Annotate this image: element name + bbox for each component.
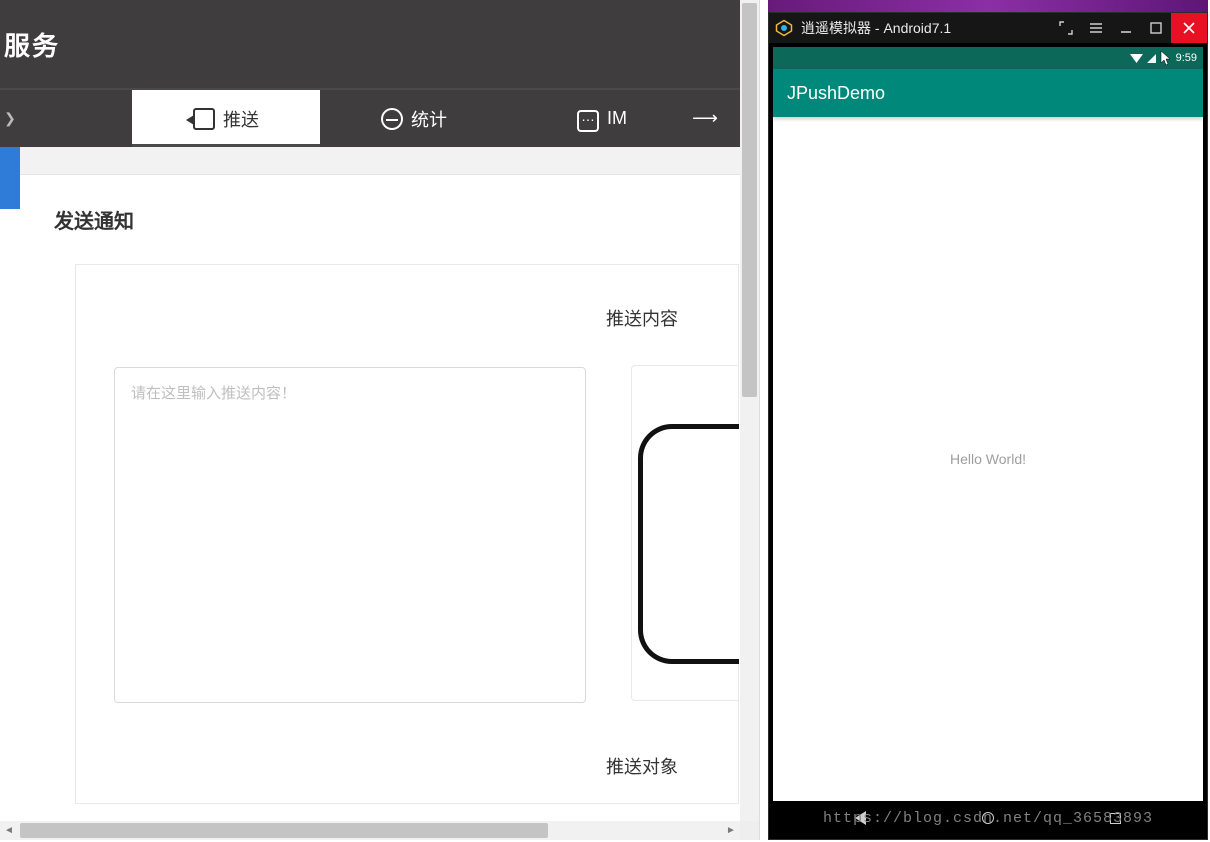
wifi-icon bbox=[1130, 53, 1143, 64]
tab-im-label: IM bbox=[607, 108, 627, 129]
sidebar-active-indicator bbox=[0, 147, 20, 209]
maximize-button[interactable] bbox=[1141, 13, 1171, 43]
status-time: 9:59 bbox=[1176, 52, 1197, 64]
android-app-content: Hello World! bbox=[773, 117, 1203, 801]
hscroll-track[interactable] bbox=[18, 821, 722, 840]
menu-button[interactable] bbox=[1081, 13, 1111, 43]
hello-world-text: Hello World! bbox=[950, 451, 1026, 467]
close-button[interactable] bbox=[1171, 13, 1207, 43]
nav-back-icon[interactable] bbox=[855, 811, 866, 825]
emulator-logo-icon bbox=[775, 19, 793, 37]
hscroll-thumb[interactable] bbox=[20, 823, 548, 838]
vertical-scrollbar[interactable] bbox=[740, 0, 759, 822]
phone-preview bbox=[631, 365, 739, 701]
im-icon bbox=[577, 110, 599, 132]
vertical-scroll-thumb[interactable] bbox=[742, 3, 757, 397]
push-icon bbox=[193, 108, 215, 130]
android-status-bar: 9:59 bbox=[773, 47, 1203, 69]
dashboard-nav: ❯ 推送 统计 IM ⟶ bbox=[0, 90, 759, 147]
emulator-titlebar[interactable]: 逍遥模拟器 - Android7.1 bbox=[769, 13, 1207, 43]
hscroll-right-button[interactable]: ► bbox=[722, 825, 740, 836]
tab-stats[interactable]: 统计 bbox=[320, 90, 508, 147]
tab-push-label: 推送 bbox=[223, 106, 259, 132]
sub-strip bbox=[0, 147, 759, 175]
tab-push[interactable]: 推送 bbox=[132, 90, 320, 147]
nav-scroll-left[interactable]: ❯ bbox=[0, 90, 20, 147]
desktop-wallpaper-strip bbox=[768, 0, 1208, 12]
push-content-input[interactable] bbox=[114, 367, 586, 703]
scroll-corner bbox=[740, 821, 759, 840]
emulator-window-title: 逍遥模拟器 - Android7.1 bbox=[801, 18, 951, 38]
nav-home-icon[interactable] bbox=[982, 812, 994, 824]
header-title: 服务 bbox=[4, 26, 60, 63]
signal-icon bbox=[1147, 54, 1156, 63]
minimize-button[interactable] bbox=[1111, 13, 1141, 43]
dashboard-header: 服务 bbox=[0, 0, 759, 90]
android-nav-bar: https://blog.csdn.net/qq_36583893 bbox=[773, 801, 1203, 835]
app-title: JPushDemo bbox=[787, 83, 885, 104]
android-app-bar: JPushDemo bbox=[773, 69, 1203, 117]
stats-icon bbox=[381, 108, 403, 130]
nav-recent-icon[interactable] bbox=[1110, 813, 1121, 824]
tab-more[interactable]: ⟶ bbox=[696, 90, 714, 147]
tab-im[interactable]: IM bbox=[508, 90, 696, 147]
fullscreen-button[interactable] bbox=[1051, 13, 1081, 43]
emulator-screen: 9:59 JPushDemo Hello World! https://blog… bbox=[773, 47, 1203, 835]
tab-stats-label: 统计 bbox=[411, 106, 447, 132]
hscroll-left-button[interactable]: ◄ bbox=[0, 825, 18, 836]
section-title: 发送通知 bbox=[54, 205, 739, 234]
content-area: ❯ ❯ 发送通知 推送内容 推送对象 bbox=[20, 175, 739, 830]
push-target-label: 推送对象 bbox=[76, 753, 738, 779]
push-content-label: 推送内容 bbox=[76, 305, 738, 331]
push-panel: 推送内容 推送对象 bbox=[75, 264, 739, 804]
emulator-window: 逍遥模拟器 - Android7.1 9:59 JPushDemo bbox=[768, 12, 1208, 840]
dashboard-pane: 服务 ❯ 推送 统计 IM ⟶ ❯ ❯ 发送通知 推送内容 推送对象 bbox=[0, 0, 760, 840]
cursor-icon bbox=[1160, 50, 1172, 66]
horizontal-scrollbar[interactable]: ◄ ► bbox=[0, 821, 740, 840]
